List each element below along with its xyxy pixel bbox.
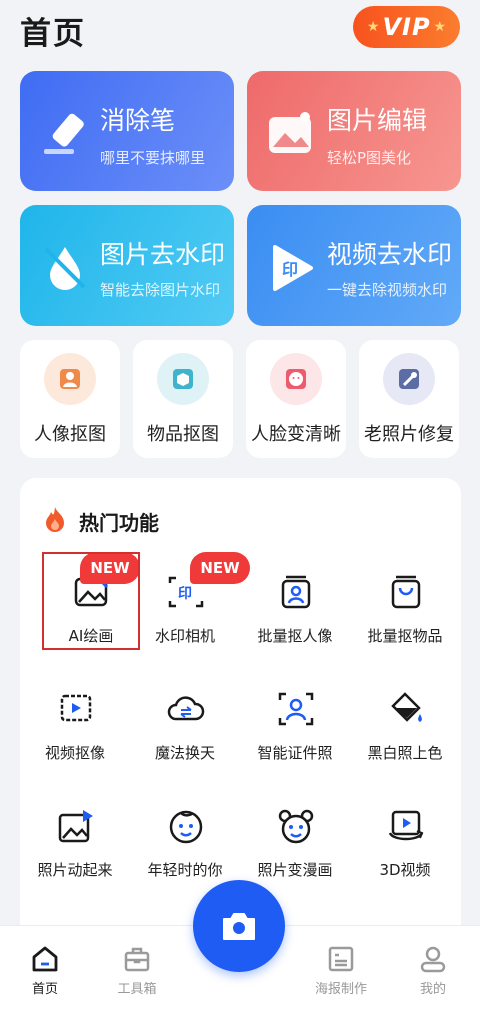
card-title: 图片编辑 — [327, 106, 428, 135]
feature-label: 年轻时的你 — [147, 861, 223, 879]
highlight-box — [42, 552, 140, 650]
image-edit-card[interactable]: 图片编辑 轻松P图美化 — [247, 71, 461, 191]
face-enhance-button[interactable]: 人脸变清晰 — [246, 340, 346, 458]
batch-object-icon — [391, 575, 421, 609]
feature-label: 魔法换天 — [154, 744, 215, 762]
3d-video-icon — [388, 810, 424, 841]
hot-features-title: 热门功能 — [79, 511, 159, 535]
young-face-icon — [169, 810, 203, 844]
feature-video-cutout[interactable]: 视频抠像 — [20, 680, 130, 780]
eraser-pen-icon — [44, 113, 84, 154]
drop-remove-icon — [44, 247, 86, 290]
feature-label: 照片变漫画 — [257, 861, 333, 879]
portrait-cutout-button[interactable]: 人像抠图 — [20, 340, 120, 458]
home-icon — [32, 946, 58, 972]
card-title: 消除笔 — [100, 106, 176, 135]
profile-icon — [420, 946, 446, 973]
feature-3d-video[interactable]: 3D视频 — [350, 797, 460, 897]
card-title: 视频去水印 — [327, 240, 453, 269]
face-enhance-icon — [270, 353, 322, 405]
tab-label: 首页 — [31, 982, 58, 997]
tool-label: 老照片修复 — [364, 424, 454, 445]
svg-text:印: 印 — [178, 585, 192, 602]
tab-label: 海报制作 — [314, 982, 367, 997]
id-photo-icon — [278, 692, 314, 726]
feature-label: 批量抠物品 — [367, 627, 443, 645]
video-watermark-card[interactable]: 印 视频去水印 一键去除视频水印 — [247, 205, 461, 326]
feature-label: 黑白照上色 — [367, 744, 443, 762]
feature-photo-animate[interactable]: 照片动起来 — [20, 797, 130, 897]
tool-label: 物品抠图 — [147, 424, 219, 445]
feature-label: 水印相机 — [154, 627, 215, 645]
feature-colorize[interactable]: 黑白照上色 — [350, 680, 460, 780]
object-cutout-button[interactable]: 物品抠图 — [133, 340, 233, 458]
feature-label: 批量抠人像 — [257, 627, 333, 645]
card-subtitle: 哪里不要抹哪里 — [100, 149, 206, 167]
image-watermark-card[interactable]: 图片去水印 智能去除图片水印 — [20, 205, 234, 326]
object-cutout-icon — [157, 353, 209, 405]
photo-repair-icon — [383, 353, 435, 405]
camera-button[interactable] — [193, 880, 285, 972]
tab-poster[interactable]: 海报制作 — [296, 926, 386, 1013]
video-cutout-icon — [60, 694, 92, 722]
feature-id-photo[interactable]: 智能证件照 — [240, 680, 350, 780]
header: 首页 ★ VIP ★ — [0, 0, 480, 60]
page-title: 首页 — [20, 16, 86, 52]
feature-label: 3D视频 — [379, 861, 431, 879]
card-subtitle: 一键去除视频水印 — [327, 281, 448, 299]
sky-swap-icon — [167, 696, 205, 721]
tab-toolbox[interactable]: 工具箱 — [92, 926, 182, 1013]
star-icon: ★ — [366, 19, 380, 35]
card-subtitle: 轻松P图美化 — [327, 149, 412, 167]
feature-label: 视频抠像 — [44, 744, 105, 762]
feature-sky-swap[interactable]: 魔法换天 — [130, 680, 240, 780]
vip-button[interactable]: ★ VIP ★ — [353, 6, 460, 48]
cartoon-icon — [278, 809, 314, 844]
photo-repair-button[interactable]: 老照片修复 — [359, 340, 459, 458]
feature-cartoon[interactable]: 照片变漫画 — [240, 797, 350, 897]
batch-portrait-icon — [281, 575, 311, 609]
fire-icon — [46, 507, 64, 532]
feature-label: 智能证件照 — [257, 744, 333, 762]
feature-batch-portrait[interactable]: 批量抠人像 — [240, 563, 350, 663]
poster-icon — [328, 946, 354, 972]
video-watermark-icon: 印 — [273, 245, 313, 291]
new-badge: NEW — [190, 552, 250, 584]
colorize-icon — [391, 692, 422, 722]
feature-label: 照片动起来 — [37, 861, 113, 879]
portrait-cutout-icon — [44, 353, 96, 405]
tab-home[interactable]: 首页 — [0, 926, 90, 1013]
image-edit-icon — [269, 112, 311, 153]
star-icon: ★ — [433, 19, 447, 35]
tool-label: 人像抠图 — [34, 424, 106, 445]
feature-batch-object[interactable]: 批量抠物品 — [350, 563, 460, 663]
tool-label: 人脸变清晰 — [251, 424, 341, 445]
photo-animate-icon — [58, 810, 93, 843]
vip-label: VIP — [382, 13, 431, 41]
toolbox-icon — [124, 947, 150, 972]
card-subtitle: 智能去除图片水印 — [100, 281, 221, 299]
tab-label: 我的 — [419, 982, 446, 997]
svg-text:印: 印 — [282, 260, 298, 279]
card-title: 图片去水印 — [100, 240, 226, 269]
tab-profile[interactable]: 我的 — [388, 926, 478, 1013]
tab-label: 工具箱 — [117, 982, 157, 997]
eraser-card[interactable]: 消除笔 哪里不要抹哪里 — [20, 71, 234, 191]
camera-icon — [223, 913, 255, 940]
